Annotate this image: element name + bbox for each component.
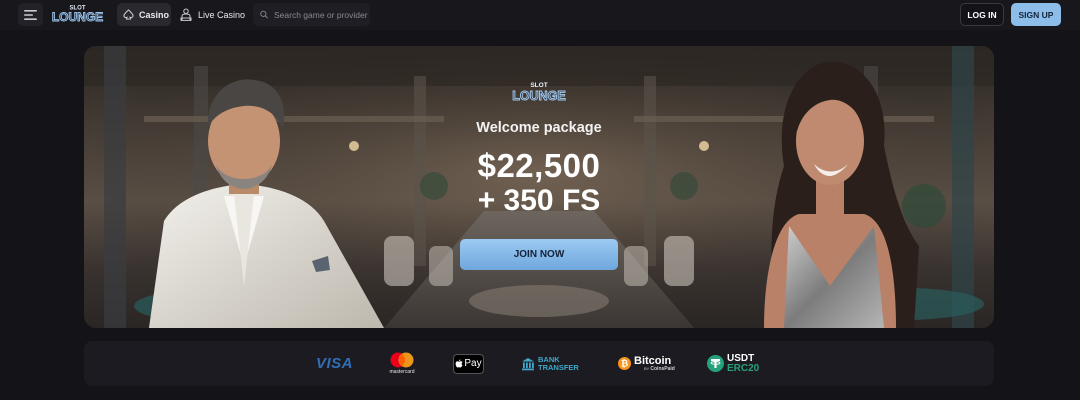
- usdt-text: USDT: [727, 352, 755, 364]
- mastercard-logo: mastercard: [389, 341, 415, 386]
- bank-transfer-logo: BANK TRANSFER: [521, 341, 579, 386]
- hero-logo-bottom-text: LOUNGE: [512, 89, 565, 103]
- svg-text:₿: ₿: [621, 359, 628, 369]
- bank-icon: [522, 357, 534, 370]
- search-icon: [260, 10, 268, 19]
- logo-bottom-text: LOUNGE: [52, 10, 103, 24]
- search-box[interactable]: [253, 3, 370, 26]
- join-now-button[interactable]: JOIN NOW: [460, 239, 618, 270]
- apple-pay-logo: Pay: [453, 341, 484, 386]
- nav-casino-label: Casino: [139, 9, 170, 20]
- hero-free-spins: + 350 FS: [477, 184, 601, 217]
- dealer-icon: [180, 8, 192, 21]
- menu-button[interactable]: [18, 3, 43, 26]
- hero-logo: SLOT LOUNGE: [512, 82, 566, 103]
- visa-logo: VISA: [316, 341, 353, 386]
- nav-casino[interactable]: Casino: [117, 3, 171, 26]
- spade-icon: [123, 9, 134, 20]
- login-button[interactable]: LOG IN: [960, 3, 1004, 26]
- bitcoin-icon: ₿: [618, 357, 631, 370]
- erc20-text: ERC20: [727, 362, 760, 374]
- hero-content: SLOT LOUNGE Welcome package $22,500 + 35…: [84, 80, 994, 270]
- payment-methods-bar: VISA mastercard Pay BANK TRANSFER ₿ Bitc…: [84, 341, 994, 386]
- coinspaid-text: CoinsPaid: [650, 365, 675, 372]
- apple-icon: [455, 359, 463, 368]
- tether-icon: [707, 355, 724, 372]
- apple-pay-text: Pay: [464, 358, 482, 369]
- mastercard-text: mastercard: [389, 369, 415, 375]
- usdt-logo: USDT ERC20: [707, 341, 759, 386]
- welcome-banner[interactable]: SLOT LOUNGE Welcome package $22,500 + 35…: [84, 46, 994, 328]
- nav-live-casino-label: Live Casino: [198, 9, 246, 20]
- hero-subtitle: Welcome package: [476, 120, 602, 136]
- nav-live-casino[interactable]: Live Casino: [180, 3, 245, 26]
- visa-text: VISA: [316, 355, 354, 372]
- mastercard-icon: [390, 352, 414, 368]
- search-input[interactable]: [274, 9, 370, 20]
- bank-text-line2: TRANSFER: [538, 362, 579, 372]
- bitcoin-text: Bitcoin: [634, 354, 672, 367]
- top-header: SLOT LOUNGE Casino Live Casino LOG IN SI…: [0, 0, 1080, 30]
- bitcoin-by-text: BY: [644, 365, 650, 371]
- hamburger-icon: [24, 9, 37, 20]
- bitcoin-logo: ₿ Bitcoin BY CoinsPaid: [618, 341, 675, 386]
- hero-bonus-amount: $22,500: [477, 147, 601, 184]
- signup-button[interactable]: SIGN UP: [1011, 3, 1061, 26]
- hero-logo-top-text: SLOT: [530, 82, 547, 89]
- site-logo[interactable]: SLOT LOUNGE: [50, 3, 105, 25]
